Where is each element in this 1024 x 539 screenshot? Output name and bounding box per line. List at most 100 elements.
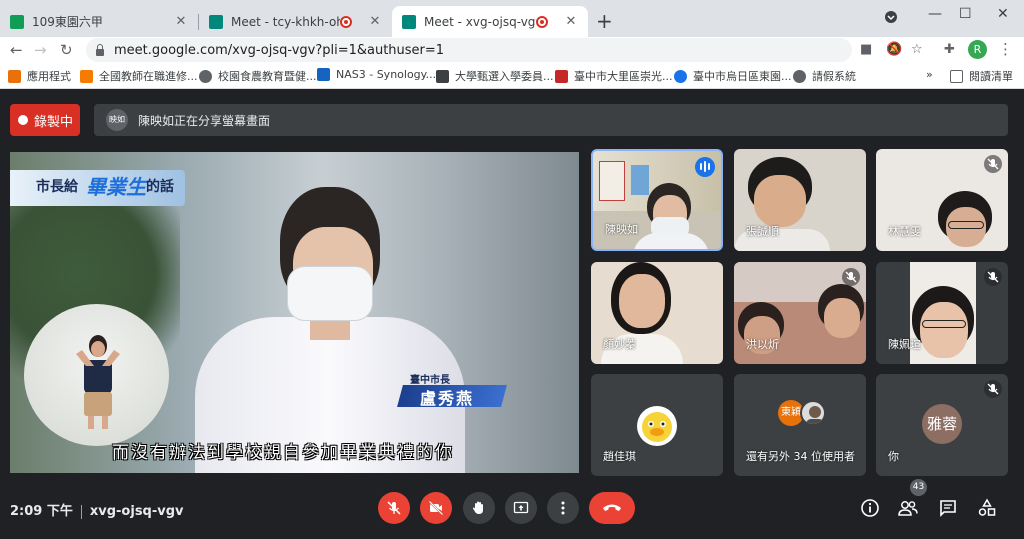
mic-off-icon xyxy=(984,268,1002,286)
camera-toggle-button[interactable] xyxy=(420,492,452,524)
participant-name: 趙佳琪 xyxy=(603,450,636,463)
poster xyxy=(631,165,649,195)
video-title-text: 的話 xyxy=(146,179,174,195)
presentation-banner: 映如 陳映如正在分享螢幕畫面 xyxy=(94,104,1008,136)
forward-icon[interactable]: → xyxy=(34,41,47,59)
meeting-info: 2:09 下午 xvg-ojsq-vgv xyxy=(10,500,184,519)
camera-off-icon xyxy=(428,500,444,516)
meet-stage: 錄製中 映如 陳映如正在分享螢幕畫面 市長給 畢業生 的話 臺中市長 盧秀燕 而… xyxy=(0,89,1024,539)
bookmark-item[interactable]: NAS3 - Synology... xyxy=(317,68,436,81)
shared-screen[interactable]: 市長給 畢業生 的話 臺中市長 盧秀燕 而沒有辦法到學校親自參加畢業典禮的你 xyxy=(10,152,579,473)
participants-button[interactable] xyxy=(897,497,919,519)
close-icon[interactable]: ✕ xyxy=(366,14,384,29)
more-participants-tile[interactable]: 東穎 還有另外 34 位使用者 xyxy=(734,374,866,476)
participant-tile[interactable]: 張誠順 xyxy=(734,149,866,251)
bookmark-label: 應用程式 xyxy=(27,70,71,83)
reload-icon[interactable]: ↻ xyxy=(60,41,73,59)
hang-up-icon xyxy=(603,504,621,511)
participant-tile[interactable]: 陳映如 xyxy=(591,149,723,251)
toolbar: ← → ↻ meet.google.com/xvg-ojsq-vgv?pli=1… xyxy=(0,37,1024,63)
meeting-details-button[interactable] xyxy=(859,497,881,519)
meeting-code: xvg-ojsq-vgv xyxy=(89,504,184,519)
profile-avatar[interactable]: R xyxy=(968,40,987,59)
apps-icon xyxy=(8,69,21,83)
bookmark-item[interactable]: 請假系統 xyxy=(793,68,856,84)
participant-name: 還有另外 34 位使用者 xyxy=(746,450,855,463)
video-title-text: 市長給 xyxy=(36,179,78,195)
participant-tile[interactable]: 趙佳琪 xyxy=(591,374,723,476)
bookmark-favicon-icon xyxy=(80,69,93,83)
participant-body xyxy=(633,233,709,249)
camera-icon[interactable]: ■ xyxy=(860,42,872,57)
chat-icon xyxy=(940,500,956,517)
mic-off-icon xyxy=(984,380,1002,398)
participant-tile[interactable]: 陳姵瑄 xyxy=(876,262,1008,364)
recording-indicator[interactable]: 錄製中 xyxy=(10,104,80,136)
participant-face xyxy=(920,302,968,358)
participant-name: 顏妙蓁 xyxy=(603,338,636,351)
bookmark-item[interactable]: 全國教師在職進修... xyxy=(80,68,198,84)
raise-hand-button[interactable] xyxy=(463,492,495,524)
bookmark-label: 臺中市烏日區東園... xyxy=(693,70,792,83)
recording-label: 錄製中 xyxy=(34,114,74,130)
participant-name: 陳姵瑄 xyxy=(888,338,921,351)
meet-icon xyxy=(402,14,416,29)
more-vert-icon xyxy=(561,501,565,515)
participant-name: 你 xyxy=(888,450,899,463)
url-text: meet.google.com/xvg-ojsq-vgv?pli=1&authu… xyxy=(114,42,445,58)
close-window-icon[interactable]: ✕ xyxy=(997,6,1009,22)
back-icon[interactable]: ← xyxy=(10,41,23,59)
tab-search-icon[interactable] xyxy=(884,10,898,28)
new-tab-button[interactable]: + xyxy=(596,9,613,33)
bookmark-item[interactable]: 校園食農教育暨健... xyxy=(199,68,317,84)
bookmarks-bar: 應用程式 全國教師在職進修... 校園食農教育暨健... NAS3 - Syno… xyxy=(0,63,1024,89)
mic-toggle-button[interactable] xyxy=(378,492,410,524)
bookmark-item[interactable]: 大學甄選入學委員... xyxy=(436,68,554,84)
extensions-icon[interactable]: ✚ xyxy=(944,42,955,57)
more-options-button[interactable] xyxy=(547,492,579,524)
recording-icon xyxy=(340,15,352,28)
bookmark-item[interactable]: 臺中市大里區崇光... xyxy=(555,68,673,84)
address-bar[interactable]: meet.google.com/xvg-ojsq-vgv?pli=1&authu… xyxy=(86,38,852,62)
speaker-name: 盧秀燕 xyxy=(420,389,475,408)
tab-meet-1[interactable]: Meet - tcy-khkh-ohi ✕ xyxy=(199,6,392,37)
chat-button[interactable] xyxy=(937,497,959,519)
participant-tile[interactable]: 林慧雯 xyxy=(876,149,1008,251)
notifications-off-icon[interactable]: 🔕 xyxy=(886,42,902,57)
leave-call-button[interactable] xyxy=(589,492,635,524)
speaker-title: 臺中市長 xyxy=(410,375,450,386)
participant-face xyxy=(619,274,665,328)
more-bookmarks-button[interactable]: » xyxy=(926,68,933,81)
people-icon xyxy=(898,501,918,516)
maximize-icon[interactable]: ☐ xyxy=(959,6,972,22)
participant-avatar xyxy=(800,400,826,426)
star-icon[interactable]: ☆ xyxy=(911,42,923,57)
menu-icon[interactable]: ⋮ xyxy=(998,40,1013,58)
bookmark-apps[interactable]: 應用程式 xyxy=(8,68,71,84)
face-mask xyxy=(287,266,373,321)
activities-button[interactable] xyxy=(976,497,998,519)
speaker-caption: 臺中市長 盧秀燕 xyxy=(397,371,507,411)
tab-title: Meet - xvg-ojsq-vgv xyxy=(424,14,536,29)
meet-icon xyxy=(209,14,223,29)
self-tile[interactable]: 雅蓉 你 xyxy=(876,374,1008,476)
current-time: 2:09 下午 xyxy=(10,504,73,519)
bookmark-item[interactable]: 臺中市烏日區東園... xyxy=(674,68,792,84)
activities-icon xyxy=(978,498,996,516)
close-icon[interactable]: ✕ xyxy=(172,14,190,29)
bookmark-label: 校園食農教育暨健... xyxy=(218,70,317,83)
participant-face xyxy=(824,298,860,338)
sign-language-inset xyxy=(24,304,169,446)
speaking-indicator-icon xyxy=(695,157,715,177)
video-subtitle: 而沒有辦法到學校親自參加畢業典禮的你 xyxy=(112,443,454,463)
minimize-icon[interactable]: — xyxy=(928,6,942,22)
participant-tile[interactable]: 洪以炘 xyxy=(734,262,866,364)
reading-list-label: 閱讀清單 xyxy=(969,70,1013,83)
present-now-button[interactable] xyxy=(505,492,537,524)
reading-list-button[interactable]: 閱讀清單 xyxy=(950,68,1013,84)
close-icon[interactable]: ✕ xyxy=(562,14,580,29)
recording-icon xyxy=(536,15,548,28)
tab-meet-2[interactable]: Meet - xvg-ojsq-vgv ✕ xyxy=(392,6,588,37)
participant-tile[interactable]: 顏妙蓁 xyxy=(591,262,723,364)
tab-sheet[interactable]: 109東園六甲 ✕ xyxy=(0,6,198,37)
